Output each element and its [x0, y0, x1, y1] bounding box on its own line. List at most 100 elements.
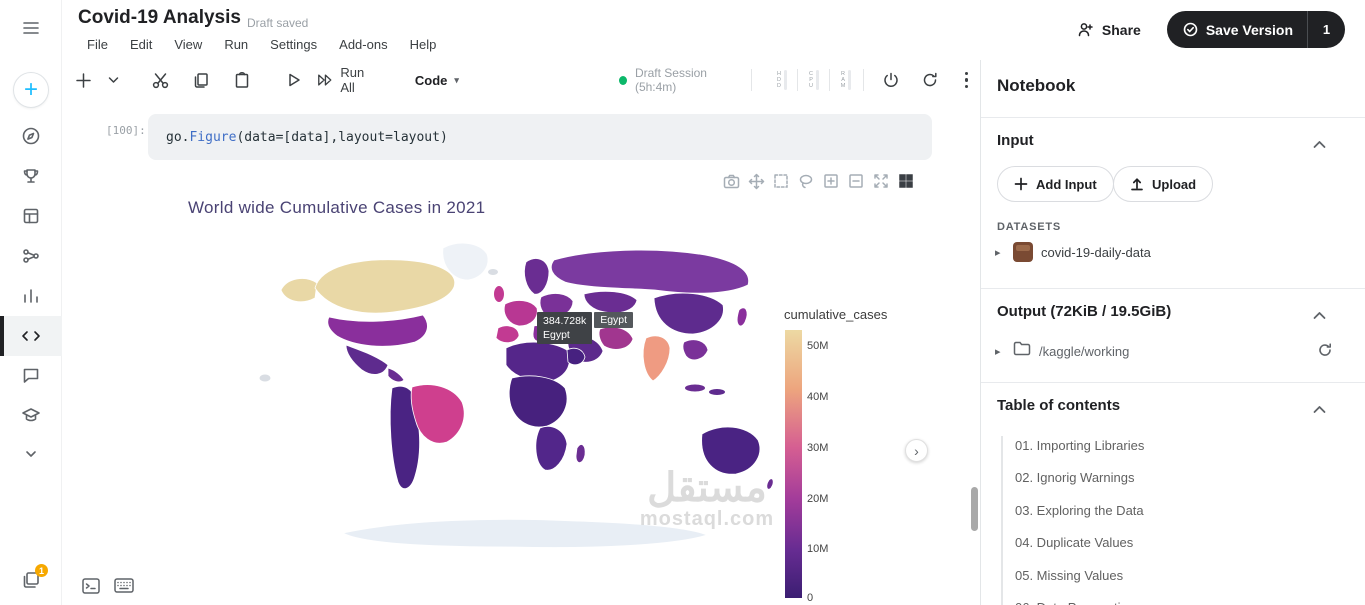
sidebar-item-versions[interactable]: 1: [0, 560, 62, 600]
colorbar-title: cumulative_cases: [784, 307, 888, 322]
menu-run[interactable]: Run: [213, 34, 259, 55]
run-cell-button[interactable]: [279, 64, 310, 96]
cut-cell-button[interactable]: [145, 64, 176, 96]
upload-icon: [1131, 178, 1143, 191]
expander-icon[interactable]: ▸: [995, 345, 1005, 358]
toc-item-4[interactable]: 04. Duplicate Values: [1015, 533, 1144, 553]
code-cell-input[interactable]: go.Figure(data=[data],layout=layout): [148, 114, 932, 160]
reset-axes-icon[interactable]: [897, 172, 915, 190]
working-dir-row[interactable]: ▸ /kaggle/working: [995, 341, 1129, 361]
cell-type-select[interactable]: Code ▾: [405, 67, 469, 94]
session-status[interactable]: Draft Session (5h:4m): [618, 66, 739, 94]
lasso-select-icon[interactable]: [797, 172, 815, 190]
add-input-button[interactable]: Add Input: [997, 166, 1114, 202]
sidebar-item-benchmarks[interactable]: [0, 276, 62, 316]
chevron-up-icon: [1313, 141, 1326, 148]
tooltip-value-box: 384.728k Egypt: [537, 312, 593, 344]
sidebar-item-discussions[interactable]: [0, 355, 62, 395]
create-button[interactable]: +: [0, 70, 62, 110]
notebook-scrollbar[interactable]: [971, 487, 978, 531]
code-icon: [22, 331, 40, 341]
header: Covid-19 Analysis Draft saved File Edit …: [62, 0, 1365, 60]
share-button[interactable]: Share: [1069, 15, 1149, 44]
choropleth-map[interactable]: [255, 238, 775, 568]
sidebar-item-competitions[interactable]: [0, 156, 62, 196]
restart-session-button[interactable]: [915, 64, 946, 96]
menu-file[interactable]: File: [76, 34, 119, 55]
save-version-button[interactable]: Save Version 1: [1166, 11, 1345, 48]
chevron-up-icon: [1313, 312, 1326, 319]
sidebar-item-code[interactable]: [0, 316, 62, 356]
working-dir-path: /kaggle/working: [1039, 343, 1130, 359]
power-off-button[interactable]: [876, 64, 907, 96]
version-count-badge[interactable]: 1: [1307, 11, 1345, 48]
datasets-icon: [23, 208, 39, 224]
zoom-out-icon[interactable]: [847, 172, 865, 190]
sidebar-item-home[interactable]: [0, 116, 62, 156]
datasets-section-label: DATASETS: [997, 221, 1062, 233]
add-input-label: Add Input: [1036, 176, 1097, 192]
sidebar-more-button[interactable]: [0, 434, 62, 474]
tooltip-country: Egypt: [543, 329, 570, 341]
pan-icon[interactable]: [747, 172, 765, 190]
output-collapse-button[interactable]: [1313, 307, 1327, 319]
bar-chart-icon: [24, 289, 38, 303]
menu-help[interactable]: Help: [399, 34, 448, 55]
download-plot-icon[interactable]: [722, 172, 740, 190]
menu-edit[interactable]: Edit: [119, 34, 163, 55]
add-cell-button[interactable]: [68, 64, 99, 96]
colorbar-tick-50m: 50M: [807, 340, 829, 352]
upload-button[interactable]: Upload: [1113, 166, 1214, 202]
colorbar-tick-10m: 10M: [807, 543, 829, 555]
console-icon[interactable]: [82, 578, 100, 594]
models-icon: [23, 249, 39, 263]
autoscale-icon[interactable]: [872, 172, 890, 190]
resource-meters: HDD CPU RAM: [772, 69, 855, 91]
plotly-modebar: [722, 172, 915, 190]
colorbar-tick-40m: 40M: [807, 391, 829, 403]
run-all-button[interactable]: Run All: [309, 65, 385, 95]
map-tooltip: 384.728k Egypt Egypt: [537, 312, 634, 344]
chevron-right-icon: ›: [914, 442, 919, 459]
collapse-panel-button[interactable]: ›: [905, 439, 928, 462]
sidebar-item-models[interactable]: [0, 236, 62, 276]
dataset-row[interactable]: ▸ covid-19-daily-data: [995, 242, 1151, 262]
paste-cell-button[interactable]: [226, 64, 257, 96]
toc-item-6[interactable]: 06. Data Preparation: [1015, 598, 1144, 605]
toc-item-3[interactable]: 03. Exploring the Data: [1015, 501, 1144, 521]
hamburger-menu-icon[interactable]: [0, 8, 62, 48]
execution-count: [100]:: [106, 124, 146, 137]
plus-icon: [1014, 177, 1028, 191]
sidebar-item-datasets[interactable]: [0, 196, 62, 236]
keyboard-icon[interactable]: [114, 578, 134, 593]
tooltip-value: 384.728k: [543, 315, 587, 327]
toc-item-2[interactable]: 02. Ignorig Warnings: [1015, 468, 1144, 488]
dataset-name: covid-19-daily-data: [1041, 244, 1151, 260]
hdd-gauge: [784, 70, 788, 90]
folder-icon: [1013, 341, 1031, 361]
toc-item-1[interactable]: 01. Importing Libraries: [1015, 436, 1144, 456]
notebook-canvas: [100]: go.Figure(data=[data],layout=layo…: [62, 100, 980, 605]
toolbar-more-menu[interactable]: [953, 71, 980, 89]
hdd-meter: HDD: [772, 70, 791, 90]
session-label: Draft Session (5h:4m): [634, 66, 707, 94]
caret-down-icon: ▾: [454, 74, 459, 85]
expander-icon[interactable]: ▸: [995, 246, 1005, 259]
box-select-icon[interactable]: [772, 172, 790, 190]
menu-settings[interactable]: Settings: [259, 34, 328, 55]
colorbar-tick-20m: 20M: [807, 493, 829, 505]
notebook-side-panel: Notebook Input Add Input Upload DATASETS…: [980, 60, 1365, 605]
toc-item-5[interactable]: 05. Missing Values: [1015, 566, 1144, 586]
input-collapse-button[interactable]: [1313, 136, 1327, 148]
graduation-cap-icon: [22, 408, 40, 422]
menu-add-ons[interactable]: Add-ons: [328, 34, 398, 55]
copy-cell-button[interactable]: [186, 64, 217, 96]
refresh-output-button[interactable]: [1317, 342, 1333, 363]
colorbar-tick-0: 0: [807, 592, 814, 604]
add-cell-dropdown[interactable]: [99, 64, 130, 96]
run-all-label: Run All: [340, 65, 365, 95]
zoom-in-icon[interactable]: [822, 172, 840, 190]
toc-collapse-button[interactable]: [1313, 401, 1327, 413]
sidebar-item-learn[interactable]: [0, 395, 62, 435]
menu-view[interactable]: View: [163, 34, 213, 55]
